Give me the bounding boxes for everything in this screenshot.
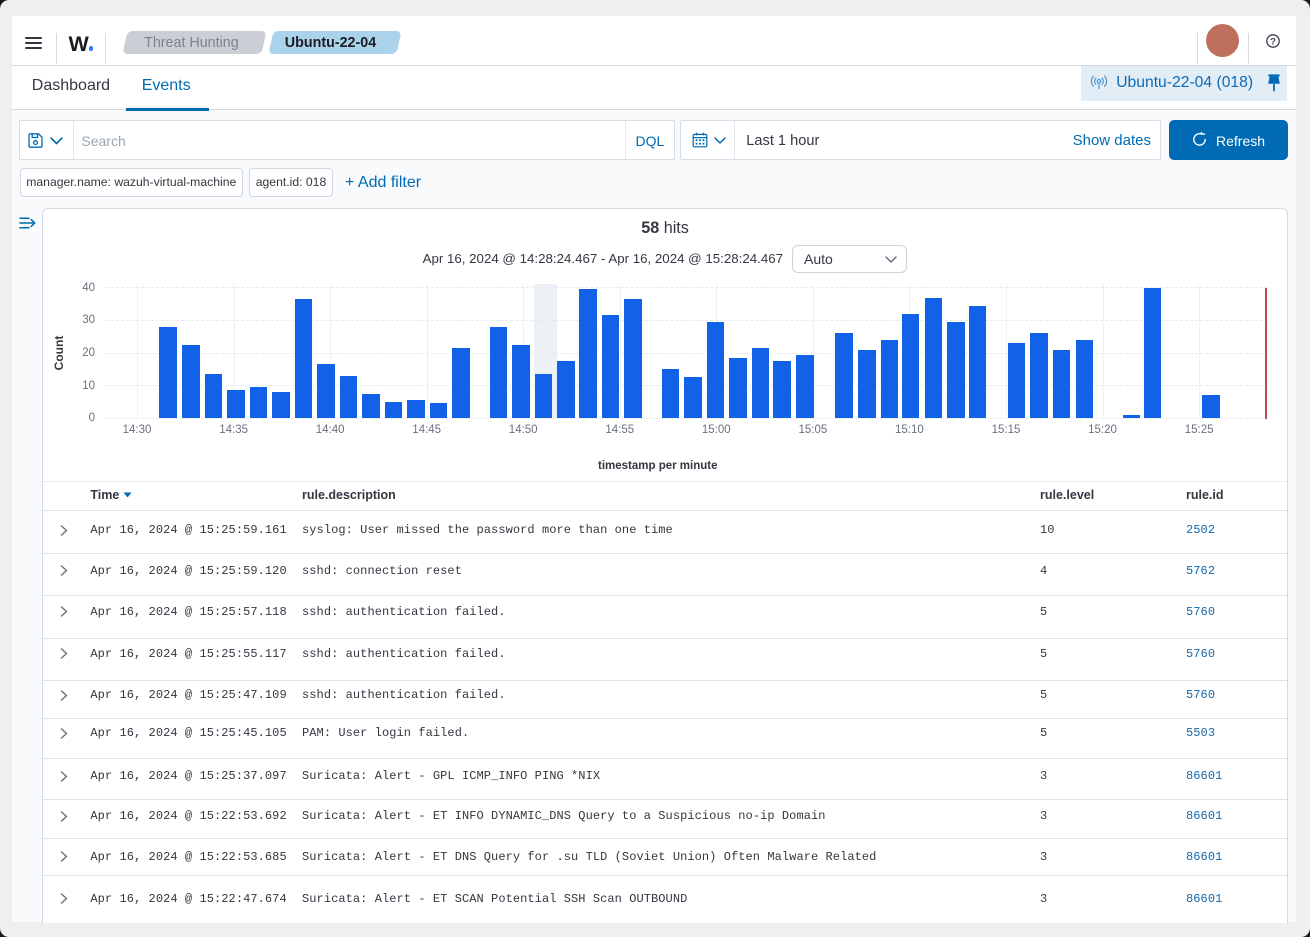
svg-text:?: ? [1270,37,1276,48]
